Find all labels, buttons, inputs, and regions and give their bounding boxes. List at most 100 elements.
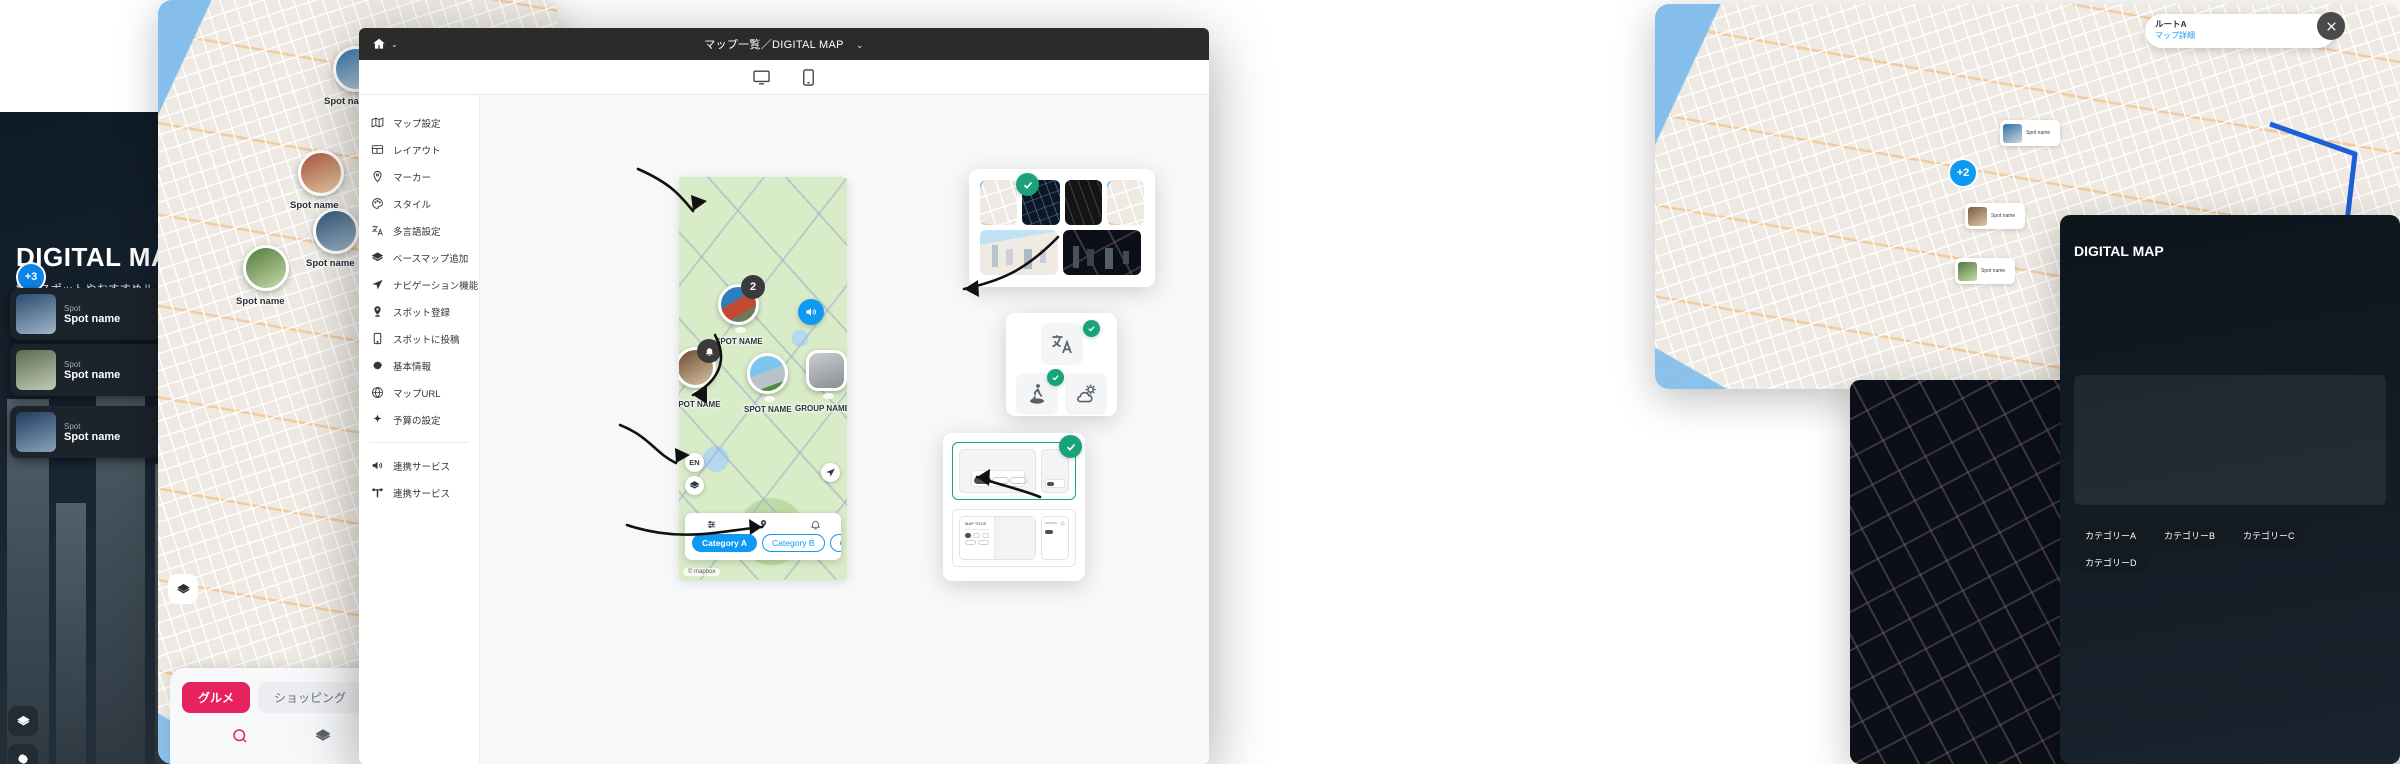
layout-picker-panel[interactable]: MAP TITLE — [943, 433, 1085, 581]
preview-audio-button[interactable] — [798, 299, 824, 325]
sidebar-item-spot-post[interactable]: スポットに投稿 — [359, 325, 479, 352]
tab-gourmet[interactable]: グルメ — [182, 682, 251, 713]
sidebar-item-map-settings[interactable]: マップ設定 — [359, 109, 479, 136]
layers-icon — [176, 583, 190, 593]
sidebar-item-map-url[interactable]: マップURL — [359, 379, 479, 406]
route-detail-link[interactable]: マップ詳細 — [2155, 30, 2325, 41]
layers-icon[interactable] — [314, 727, 332, 745]
preview-pin-2-bell-badge[interactable] — [697, 339, 721, 363]
sidebar-label: 多言語設定 — [393, 226, 441, 238]
dark-hero-window[interactable]: DIGITAL MAP カテゴリーA カテゴリーB カテゴリーC カテゴリーD — [2060, 215, 2400, 764]
dark-hero-category-b[interactable]: カテゴリーB — [2153, 525, 2227, 546]
basemap-picker-panel[interactable] — [969, 169, 1155, 287]
preview-navigate-button[interactable] — [821, 463, 840, 482]
filter-icon[interactable] — [706, 519, 717, 530]
layout-map-title: MAP TITLE — [965, 521, 987, 526]
app-window: ⌄ マップ一覧／DIGITAL MAP ⌄ マップ設定 レイアウト マーカー ス… — [359, 28, 1209, 764]
preview-pin-1-count-badge[interactable]: 2 — [741, 275, 765, 299]
hero-layer-button[interactable] — [8, 706, 38, 736]
check-icon — [1052, 375, 1059, 381]
route-dialog[interactable]: ルートA マップ詳細 — [2145, 14, 2335, 48]
hero-card-name: Spot name — [64, 312, 121, 325]
pin-icon[interactable] — [758, 519, 769, 530]
navigate-icon — [826, 468, 835, 477]
desktop-icon[interactable] — [752, 68, 771, 87]
sparkle-icon — [373, 414, 382, 423]
basemap-thumb-light-blue[interactable] — [1106, 180, 1144, 225]
close-icon — [2326, 21, 2336, 31]
dark-hero-title: DIGITAL MAP — [2074, 243, 2164, 259]
chevron-down-icon[interactable]: ⌄ — [856, 40, 864, 50]
sidebar: マップ設定 レイアウト マーカー スタイル 多言語設定 ベースマップ追加 ナビゲ… — [359, 95, 480, 764]
route-close-button[interactable] — [2317, 12, 2345, 40]
mobile-post-icon — [373, 332, 382, 345]
audio-icon — [806, 308, 816, 316]
hero-spot-card[interactable]: Spot Spot name — [10, 406, 180, 458]
preview-language-button[interactable]: EN — [685, 453, 704, 472]
preview-layer-button[interactable] — [685, 476, 704, 495]
layout-desktop-mock: MAP TITLE — [959, 516, 1036, 560]
tab-shopping[interactable]: ショッピング — [258, 682, 363, 713]
route-cluster-badge[interactable]: +2 — [1948, 158, 1978, 188]
dark-hero-category-a[interactable]: カテゴリーA — [2074, 525, 2148, 546]
sidebar-item-layout[interactable]: レイアウト — [359, 136, 479, 163]
preview-pin-4[interactable] — [806, 350, 847, 391]
sidebar-item-marker[interactable]: マーカー — [359, 163, 479, 190]
sidebar-item-basemap-add[interactable]: ベースマップ追加 — [359, 244, 479, 271]
preview-pin-3[interactable] — [747, 353, 788, 394]
connector-icon — [372, 488, 383, 498]
basemap-thumb-black-dark[interactable] — [1064, 180, 1102, 225]
ar-walk-icon — [1030, 384, 1044, 404]
hero-settings-button[interactable] — [8, 744, 38, 764]
map-spot-marker[interactable] — [298, 150, 344, 196]
dark-hero-content-block — [2074, 375, 2386, 505]
layout-option-side-panel[interactable]: MAP TITLE — [952, 509, 1076, 567]
dark-hero-category-d[interactable]: カテゴリーD — [2074, 552, 2148, 573]
sidebar-label: ナビゲーション機能 — [393, 280, 479, 292]
bell-icon[interactable] — [810, 519, 821, 530]
sidebar-item-navigation[interactable]: ナビゲーション機能 — [359, 271, 479, 298]
map-spot-label: Spot name — [306, 258, 355, 269]
sidebar-item-linked-service-2[interactable]: 連携サービス — [359, 479, 479, 506]
feature-row-2 — [1016, 369, 1107, 415]
sidebar-item-style[interactable]: スタイル — [359, 190, 479, 217]
bell-icon — [705, 347, 713, 356]
home-button[interactable]: ⌄ — [359, 37, 398, 51]
sidebar-item-multilingual[interactable]: 多言語設定 — [359, 217, 479, 244]
route-spot-card[interactable]: Spot name — [2000, 120, 2060, 146]
sidebar-label: マーカー — [393, 172, 432, 184]
left-map-layer-button[interactable] — [168, 574, 198, 604]
translate-icon — [1051, 335, 1072, 354]
preview-category-b[interactable]: Category B — [762, 534, 825, 552]
sidebar-item-basic-info[interactable]: 基本情報 — [359, 352, 479, 379]
layout-selected-check — [1059, 435, 1082, 458]
sidebar-item-budget-settings[interactable]: 予算の設定 — [359, 406, 479, 433]
editor-canvas: 2 SPOT NAME POT NAME SPOT NAME GROUP NAM… — [480, 95, 1209, 764]
feature-tile-weather[interactable] — [1065, 373, 1107, 415]
feature-tile-translate[interactable] — [1040, 323, 1083, 365]
mobile-icon[interactable] — [801, 68, 816, 87]
map-spot-marker[interactable] — [243, 245, 289, 291]
translate-icon — [372, 225, 383, 236]
map-spot-marker[interactable] — [313, 208, 359, 254]
sidebar-item-linked-service-1[interactable]: 連携サービス — [359, 452, 479, 479]
dark-hero-category-c[interactable]: カテゴリーC — [2232, 525, 2306, 546]
preview-bottom-bar: Category A Category B Category C Categor… — [685, 513, 841, 560]
basemap-thumb-light-street[interactable] — [980, 180, 1018, 225]
hero-spot-card[interactable]: Spot Spot name — [10, 344, 180, 396]
preview-category-a[interactable]: Category A — [692, 534, 758, 552]
sidebar-item-spot-register[interactable]: スポット登録 — [359, 298, 479, 325]
layers-icon — [371, 252, 384, 262]
hero-spot-card[interactable]: Spot Spot name — [10, 288, 180, 340]
search-icon[interactable] — [231, 727, 249, 745]
preview-category-c[interactable]: Category C — [829, 534, 841, 552]
route-spot-card[interactable]: Spot name — [1955, 258, 2015, 284]
feature-row-1 — [1016, 320, 1107, 365]
basemap-thumb-3d-dark-city[interactable] — [1063, 230, 1141, 275]
route-card-thumb — [1958, 261, 1977, 281]
layout-option-bottom-bar[interactable] — [952, 442, 1076, 500]
route-spot-card[interactable]: Spot name — [1965, 203, 2025, 229]
map-preview[interactable]: 2 SPOT NAME POT NAME SPOT NAME GROUP NAM… — [679, 177, 847, 580]
feature-picker-panel[interactable] — [1006, 313, 1117, 416]
basemap-thumb-3d-light-city[interactable] — [980, 230, 1058, 275]
